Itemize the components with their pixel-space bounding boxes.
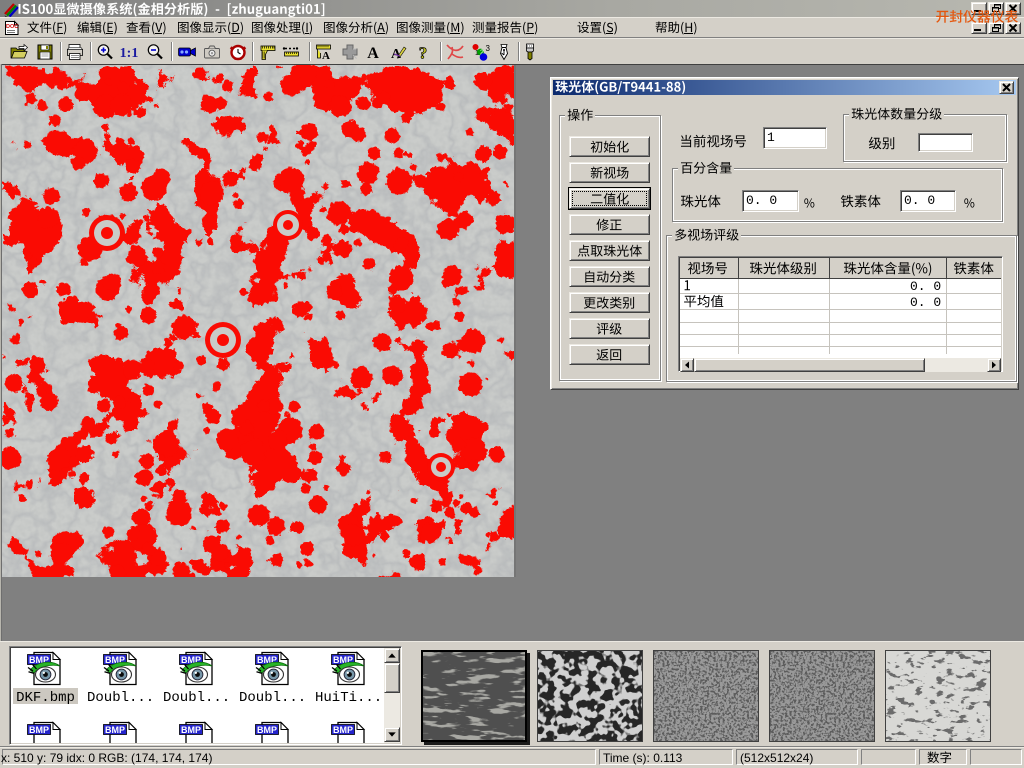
svg-text:BMP: BMP xyxy=(105,725,125,735)
svg-text:BMP: BMP xyxy=(181,725,201,735)
svg-text:DOC: DOC xyxy=(6,24,18,30)
svg-text:BMP: BMP xyxy=(333,725,353,735)
svg-text:BMP: BMP xyxy=(29,725,49,735)
svg-text:3: 3 xyxy=(486,44,491,53)
svg-text:A: A xyxy=(322,50,330,62)
svg-text:BMP: BMP xyxy=(257,725,277,735)
svg-text:A: A xyxy=(367,45,379,62)
svg-text:?: ? xyxy=(419,44,428,63)
svg-text:1:1: 1:1 xyxy=(120,46,139,61)
